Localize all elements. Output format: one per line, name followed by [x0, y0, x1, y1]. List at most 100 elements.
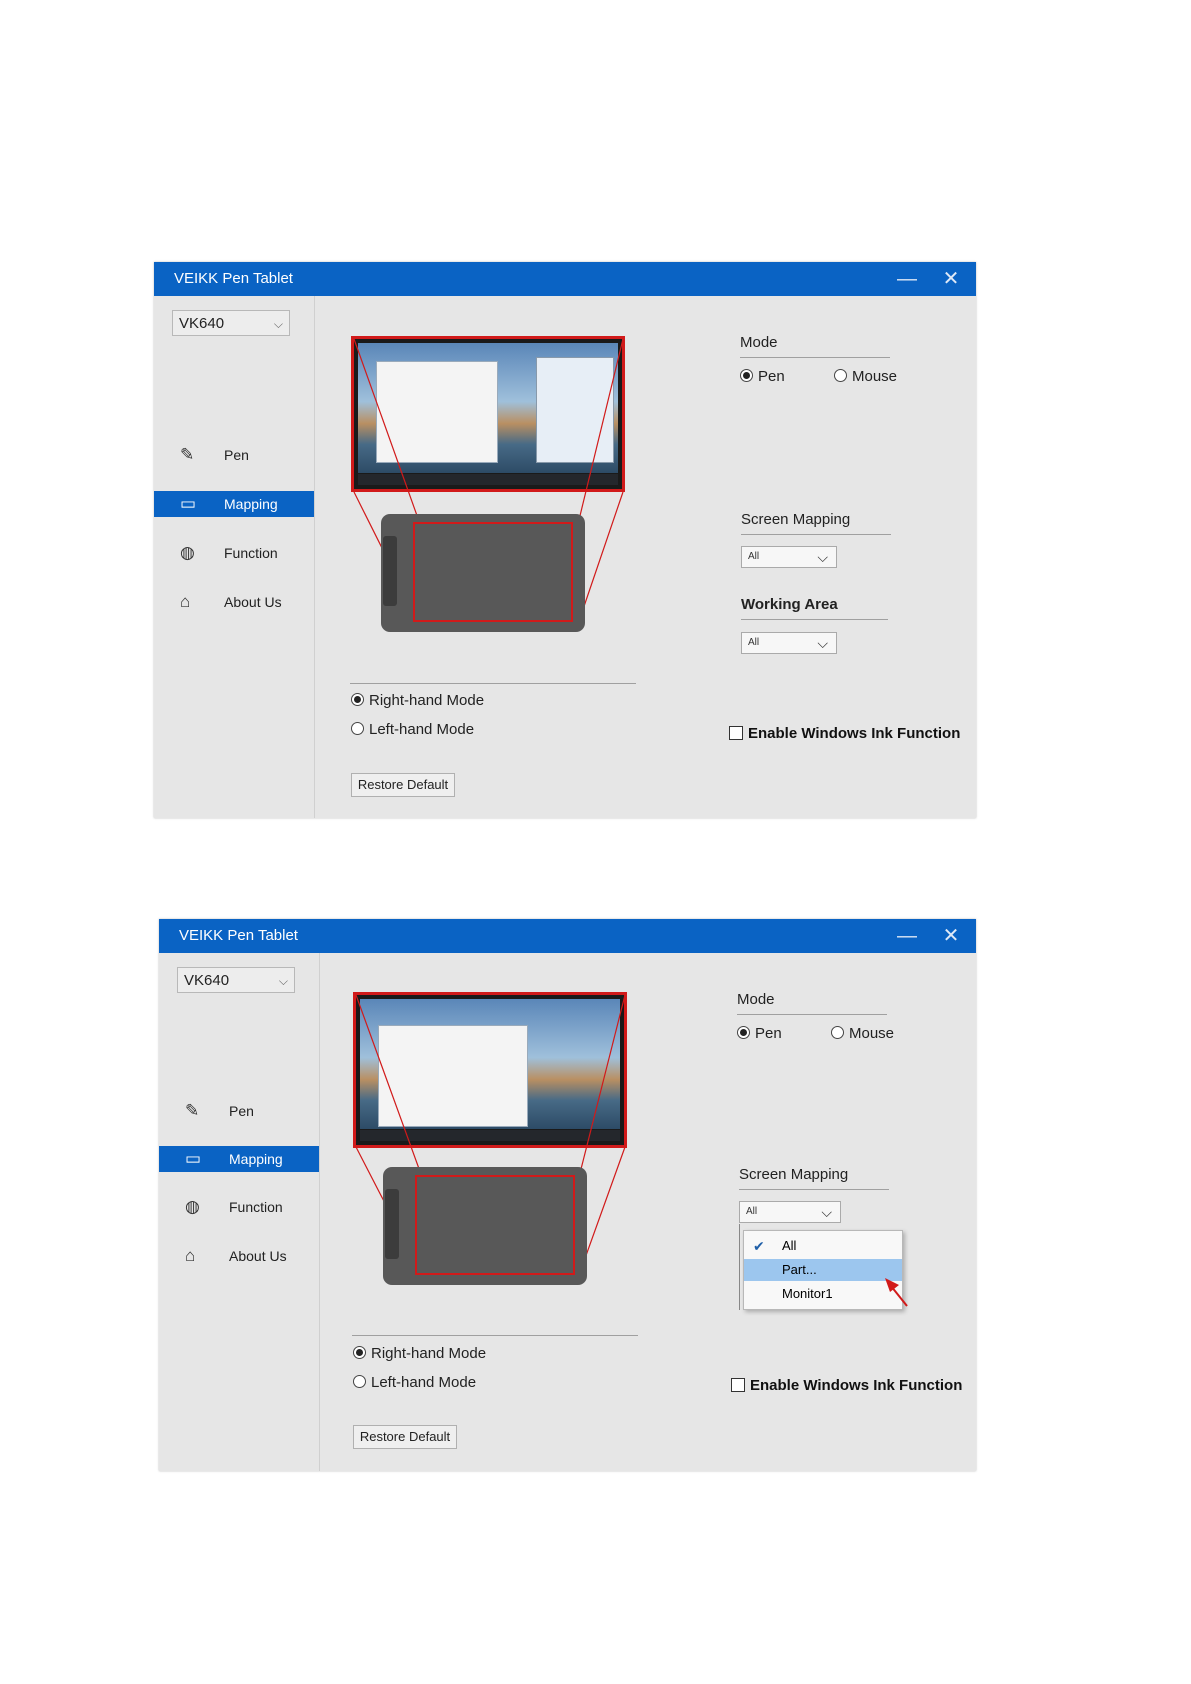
express-keys	[383, 536, 397, 606]
close-button[interactable]: ✕	[934, 265, 968, 293]
mode-mouse-radio[interactable]: Mouse	[831, 1025, 894, 1043]
radio-label: Right-hand Mode	[371, 1345, 487, 1362]
taskbar	[360, 1130, 620, 1141]
app-window-thumbnail	[536, 357, 614, 463]
sidebar-item-label: Mapping	[229, 1151, 283, 1167]
right-hand-mode-radio[interactable]: Right-hand Mode	[351, 692, 484, 710]
express-keys	[385, 1189, 399, 1259]
dropdown-option-monitor1[interactable]: Monitor1	[744, 1283, 902, 1305]
divider	[352, 1335, 638, 1336]
sidebar-item-label: Function	[229, 1199, 283, 1215]
app-window-thumbnail	[376, 361, 498, 463]
radio-label: Right-hand Mode	[369, 692, 485, 709]
monitor-preview	[351, 336, 625, 492]
sidebar-item-function[interactable]: ◍ Function	[154, 540, 314, 566]
tablet-illustration	[383, 1167, 587, 1285]
close-button[interactable]: ✕	[934, 922, 968, 950]
window-title: VEIKK Pen Tablet	[174, 270, 293, 287]
checkmark-icon: ✔	[753, 1238, 765, 1254]
pen-icon: ✎	[180, 445, 195, 464]
windows-ink-checkbox[interactable]: Enable Windows Ink Function	[731, 1377, 962, 1394]
function-icon: ◍	[185, 1197, 200, 1216]
sidebar-item-pen[interactable]: ✎ Pen	[154, 442, 314, 468]
sidebar-item-label: Pen	[229, 1103, 254, 1119]
device-select[interactable]: VK640 ⌵	[172, 310, 290, 336]
sidebar-item-mapping[interactable]: ▭ Mapping	[154, 491, 314, 517]
sidebar-item-about-us[interactable]: ⌂ About Us	[159, 1243, 319, 1269]
radio-label: Mouse	[849, 1025, 895, 1042]
dropdown-option-part[interactable]: Part...	[744, 1259, 902, 1281]
working-area-select[interactable]: All ⌵	[741, 632, 837, 654]
mode-pen-radio[interactable]: Pen	[740, 368, 785, 386]
mode-label: Mode	[740, 334, 778, 351]
radio-label: Mouse	[852, 368, 898, 385]
sidebar-item-label: Pen	[224, 447, 249, 463]
sidebar-item-label: Mapping	[224, 496, 278, 512]
radio-label: Pen	[758, 368, 785, 385]
sidebar-item-mapping[interactable]: ▭ Mapping	[159, 1146, 319, 1172]
left-hand-mode-radio[interactable]: Left-hand Mode	[353, 1374, 476, 1392]
divider	[740, 357, 890, 358]
divider	[739, 1189, 889, 1190]
mode-label: Mode	[737, 991, 775, 1008]
active-area	[413, 522, 573, 622]
radio-unselected-icon	[353, 1375, 366, 1388]
radio-label: Pen	[755, 1025, 782, 1042]
function-icon: ◍	[180, 543, 195, 562]
dropdown-option-label: Part...	[782, 1262, 817, 1277]
working-area-label: Working Area	[741, 596, 838, 613]
checkbox-unchecked-icon	[731, 1378, 745, 1392]
radio-label: Left-hand Mode	[369, 721, 475, 738]
screen-mapping-dropdown: ✔ All Part... Monitor1	[743, 1230, 903, 1310]
restore-default-button[interactable]: Restore Default	[353, 1425, 457, 1449]
dropdown-option-label: Monitor1	[782, 1286, 833, 1301]
windows-ink-checkbox[interactable]: Enable Windows Ink Function	[729, 725, 960, 742]
screen-mapping-label: Screen Mapping	[739, 1166, 849, 1183]
radio-selected-icon	[737, 1026, 750, 1039]
title-bar[interactable]: VEIKK Pen Tablet — ✕	[159, 919, 976, 953]
divider	[741, 534, 891, 535]
radio-selected-icon	[351, 693, 364, 706]
chevron-down-icon: ⌵	[278, 974, 288, 988]
restore-default-button[interactable]: Restore Default	[351, 773, 455, 797]
device-select[interactable]: VK640 ⌵	[177, 967, 295, 993]
divider	[350, 683, 636, 684]
radio-selected-icon	[740, 369, 753, 382]
sidebar-item-label: About Us	[229, 1248, 287, 1264]
title-bar[interactable]: VEIKK Pen Tablet — ✕	[154, 262, 976, 296]
minimize-button[interactable]: —	[890, 265, 924, 293]
screen-mapping-select[interactable]: All ⌵	[739, 1201, 841, 1223]
select-value: All	[748, 551, 760, 562]
radio-label: Left-hand Mode	[371, 1374, 477, 1391]
checkbox-label: Enable Windows Ink Function	[750, 1377, 963, 1394]
home-icon: ⌂	[185, 1246, 196, 1265]
radio-unselected-icon	[831, 1026, 844, 1039]
left-hand-mode-radio[interactable]: Left-hand Mode	[351, 721, 474, 739]
home-icon: ⌂	[180, 592, 191, 611]
sidebar-item-pen[interactable]: ✎ Pen	[159, 1098, 319, 1124]
minimize-button[interactable]: —	[890, 922, 924, 950]
sidebar: VK640 ⌵ ✎ Pen ▭ Mapping ◍ Function ⌂ Abo…	[159, 953, 320, 1471]
window-title: VEIKK Pen Tablet	[179, 927, 298, 944]
sidebar-item-about-us[interactable]: ⌂ About Us	[154, 589, 314, 615]
radio-unselected-icon	[834, 369, 847, 382]
chevron-down-icon: ⌵	[817, 635, 828, 651]
screen-mapping-select[interactable]: All ⌵	[741, 546, 837, 568]
radio-selected-icon	[353, 1346, 366, 1359]
dropdown-option-all[interactable]: ✔ All	[744, 1235, 902, 1257]
radio-unselected-icon	[351, 722, 364, 735]
pen-icon: ✎	[185, 1101, 200, 1120]
app-window-thumbnail	[378, 1025, 528, 1127]
mode-mouse-radio[interactable]: Mouse	[834, 368, 897, 386]
right-hand-mode-radio[interactable]: Right-hand Mode	[353, 1345, 486, 1363]
mode-pen-radio[interactable]: Pen	[737, 1025, 782, 1043]
chevron-down-icon: ⌵	[817, 549, 828, 565]
sidebar-item-function[interactable]: ◍ Function	[159, 1194, 319, 1220]
taskbar	[358, 474, 618, 485]
divider	[737, 1014, 887, 1015]
mapping-icon: ▭	[180, 494, 197, 513]
chevron-down-icon: ⌵	[821, 1204, 832, 1220]
checkbox-label: Enable Windows Ink Function	[748, 725, 961, 742]
mapping-icon: ▭	[185, 1149, 202, 1168]
screen-mapping-label: Screen Mapping	[741, 511, 851, 528]
